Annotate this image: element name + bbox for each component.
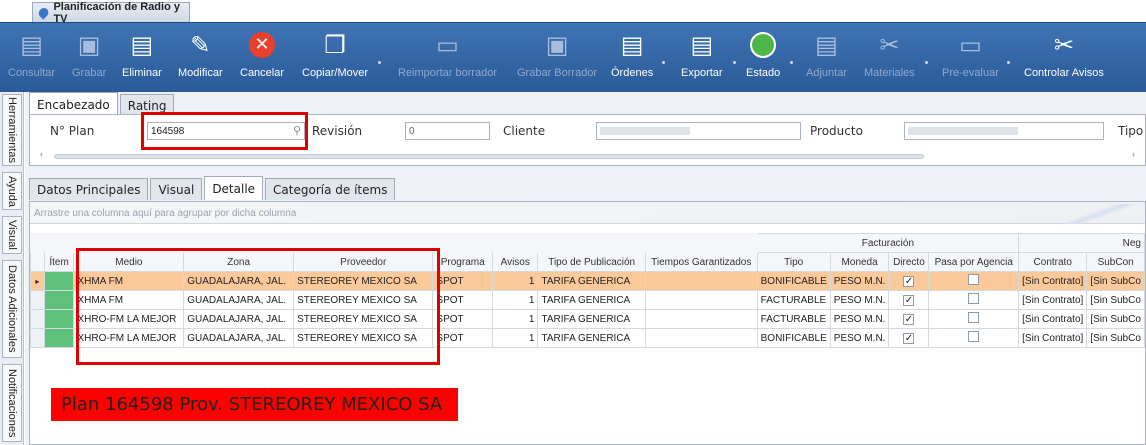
group-by-area[interactable]: Arrastre una columna aquí para agrupar p… — [30, 202, 1145, 224]
consult-icon: ▤ — [20, 31, 43, 59]
export-icon: ▤ — [690, 31, 714, 59]
delete-button[interactable]: ▤ Eliminar — [122, 29, 162, 79]
save-button[interactable]: ▣ Grabar — [72, 29, 106, 79]
copy-icon: ❐ — [324, 31, 346, 59]
header-scrollbar[interactable]: ‹ › — [40, 149, 1135, 161]
col-programa[interactable]: Programa — [432, 252, 493, 272]
toolbar: ▤ Consultar ▣ Grabar ▤ Eliminar ✎ Modificar … — [0, 22, 1146, 92]
producto-field[interactable] — [904, 122, 1104, 140]
save-draft-icon: ▣ — [545, 31, 569, 59]
window-tab[interactable]: Planificación de Radio y TV — [32, 0, 190, 25]
agencia-checkbox[interactable] — [968, 331, 980, 342]
edit-icon: ✎ — [190, 31, 211, 59]
tab-categoria-items[interactable]: Categoría de ítems — [265, 178, 396, 200]
side-tab-datos-adicionales[interactable]: Datos Adicionales — [2, 260, 22, 358]
tipo-label: Tipo — [1118, 124, 1144, 138]
tab-detalle[interactable]: Detalle — [204, 176, 264, 200]
export-button[interactable]: ▤ Exportar — [681, 29, 723, 79]
row-indicator-icon: ▸ — [30, 271, 45, 291]
orders-button[interactable]: ▤ Órdenes — [611, 29, 653, 79]
col-moneda[interactable]: Moneda — [829, 252, 890, 272]
pre-evaluate-button[interactable]: ▭ Pre-evaluar — [942, 29, 999, 79]
col-item[interactable]: Ítem — [43, 252, 75, 272]
scroll-left-icon[interactable]: ‹ — [40, 149, 43, 159]
band-facturacion: Facturación — [756, 233, 1020, 253]
col-tiempos-garantizados[interactable]: Tiempos Garantizados — [644, 252, 758, 272]
consult-button[interactable]: ▤ Consultar — [8, 29, 55, 79]
chart-icon: ▭ — [959, 31, 982, 59]
directo-checkbox[interactable]: ✓ — [903, 313, 915, 325]
band-negocio: Neg — [1018, 233, 1145, 253]
col-avisos[interactable]: Avisos — [491, 252, 539, 272]
side-tab-visual[interactable]: Visual — [2, 216, 22, 254]
directo-checkbox[interactable]: ✓ — [903, 275, 915, 287]
save-icon: ▣ — [77, 31, 101, 59]
folder-icon: ▭ — [436, 31, 459, 59]
tab-visual[interactable]: Visual — [150, 178, 203, 200]
scroll-right-icon[interactable]: › — [1132, 149, 1135, 159]
cliente-label: Cliente — [503, 124, 546, 138]
agencia-checkbox[interactable] — [968, 293, 980, 304]
col-contrato[interactable]: Contrato — [1018, 252, 1088, 272]
side-tab-herramientas[interactable]: Herramientas — [2, 94, 22, 166]
revision-field[interactable]: 0 — [405, 122, 490, 140]
status-button[interactable]: Estado — [746, 29, 780, 79]
cancel-icon: ✕ — [247, 29, 277, 61]
edit-button[interactable]: ✎ Modificar — [178, 29, 223, 79]
control-icon: ✂ — [1053, 31, 1074, 59]
delete-icon: ▤ — [130, 31, 154, 59]
tab-encabezado[interactable]: Encabezado — [29, 92, 118, 116]
annotation-caption: Plan 164598 Prov. STEREOREY MEXICO SA — [51, 388, 458, 421]
save-draft-button[interactable]: ▣ Grabar Borrador — [517, 29, 597, 79]
col-subcontrato[interactable]: SubCon — [1086, 252, 1145, 272]
scroll-thumb[interactable] — [54, 154, 924, 159]
control-notices-button[interactable]: ✂ Controlar Avisos — [1024, 29, 1104, 79]
app-icon — [36, 5, 51, 20]
orders-icon: ▤ — [620, 31, 644, 59]
agencia-checkbox[interactable] — [968, 312, 980, 323]
cancel-button[interactable]: ✕ Cancelar — [240, 29, 284, 79]
col-pasa-agencia[interactable]: Pasa por Agencia — [928, 252, 1020, 272]
title-bar: Planificación de Radio y TV — [0, 0, 1146, 25]
detail-tabs: Datos Principales Visual Detalle Categor… — [29, 176, 397, 200]
tools-icon: ✂ — [879, 31, 900, 59]
status-icon — [748, 29, 778, 61]
revision-label: Revisión — [312, 124, 363, 138]
directo-checkbox[interactable]: ✓ — [903, 332, 915, 344]
side-tab-ayuda[interactable]: Ayuda — [2, 172, 22, 210]
attach-icon: ▤ — [815, 31, 838, 59]
grid-highlight-box — [76, 248, 440, 365]
agencia-checkbox[interactable] — [968, 274, 980, 285]
materials-button[interactable]: ✂ Materiales — [864, 29, 915, 79]
producto-label: Producto — [810, 124, 863, 138]
col-tipo-publicacion[interactable]: Tipo de Publicación — [537, 252, 646, 272]
plan-label: N° Plan — [50, 124, 95, 138]
side-tab-notificaciones[interactable]: Notificaciones — [2, 364, 22, 442]
tab-datos-principales[interactable]: Datos Principales — [29, 178, 149, 200]
reimport-draft-button[interactable]: ▭ Reimportar borrador — [398, 29, 497, 79]
window-title: Planificación de Radio y TV — [53, 0, 180, 25]
col-directo[interactable]: Directo — [888, 252, 930, 272]
plan-highlight-box — [141, 112, 308, 150]
col-tipo[interactable]: Tipo — [756, 252, 831, 272]
directo-checkbox[interactable]: ✓ — [903, 294, 915, 306]
attach-button[interactable]: ▤ Adjuntar — [806, 29, 847, 79]
cliente-field[interactable] — [596, 122, 801, 140]
copy-move-button[interactable]: ❐ Copiar/Mover — [302, 29, 368, 79]
side-panel: Herramientas Ayuda Visual Datos Adiciona… — [0, 92, 24, 445]
